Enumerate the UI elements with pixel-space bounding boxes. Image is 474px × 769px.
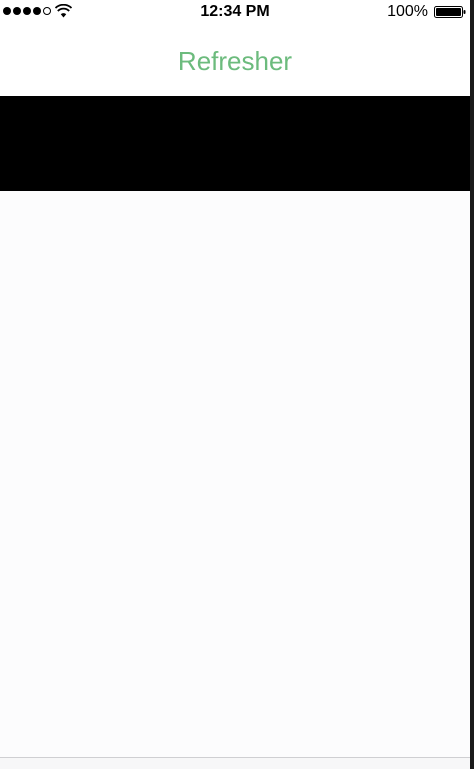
battery-full-icon [434,6,466,18]
nav-bar: Refresher [0,24,470,96]
refresher-area[interactable] [0,96,470,191]
page-title: Refresher [177,46,293,76]
app-screen: 12:34 PM 100% Refresher [0,0,474,769]
content-area[interactable] [0,191,470,757]
screen-edge [470,0,474,769]
battery-percent: 100% [387,3,428,20]
bottom-toolbar [0,758,470,769]
status-bar: 12:34 PM 100% [0,0,470,24]
